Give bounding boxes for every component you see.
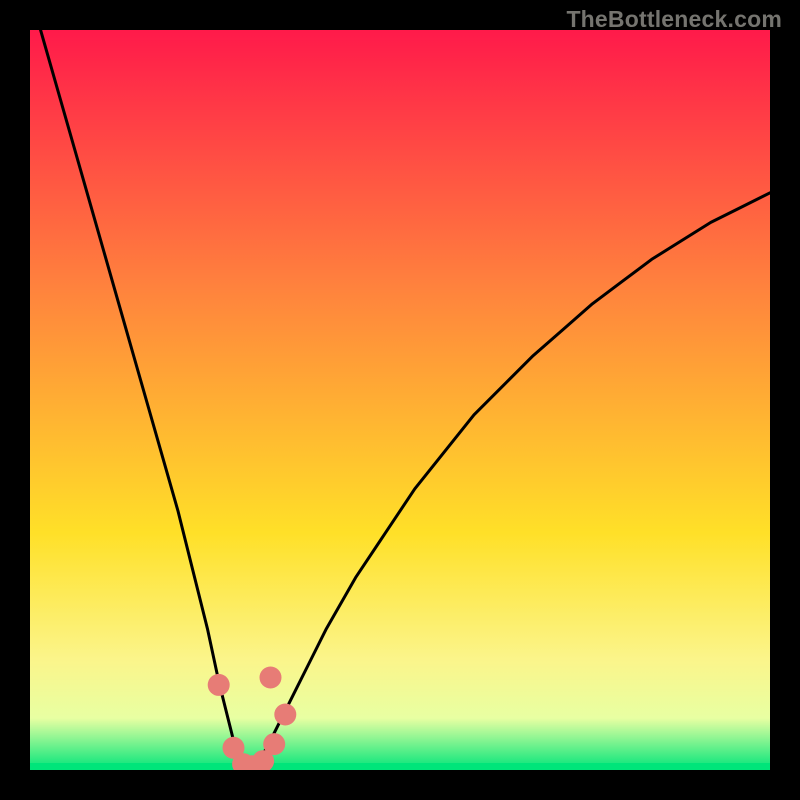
plot-area [30, 30, 770, 770]
green-bottom-edge [30, 763, 770, 770]
watermark-label: TheBottleneck.com [566, 6, 782, 33]
chart-svg [30, 30, 770, 770]
data-dot [263, 733, 285, 755]
data-dot [260, 667, 282, 689]
data-dot [274, 704, 296, 726]
gradient-background [30, 30, 770, 770]
data-dot [208, 674, 230, 696]
